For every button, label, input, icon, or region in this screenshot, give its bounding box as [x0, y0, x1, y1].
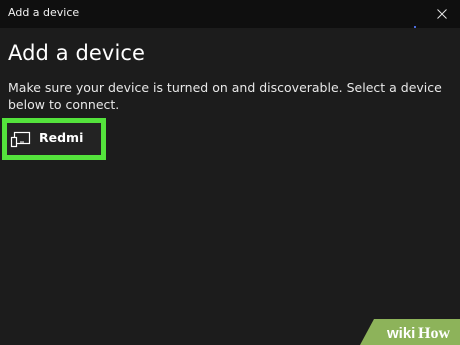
page-title: Add a device: [8, 41, 146, 65]
close-button[interactable]: [424, 0, 460, 28]
window-title: Add a device: [8, 6, 80, 19]
device-label: Redmi: [39, 129, 84, 145]
watermark-how: How: [418, 325, 450, 342]
instructions-text: Make sure your device is turned on and d…: [8, 80, 442, 112]
device-item-redmi[interactable]: Redmi: [2, 118, 106, 160]
wikihow-watermark: wiki How: [360, 319, 460, 345]
accent-dot: [414, 26, 416, 28]
add-device-window: Add a device Add a device Make sure your…: [0, 0, 460, 345]
title-bar: Add a device: [0, 0, 460, 28]
close-icon: [437, 9, 447, 19]
watermark-wiki: wiki: [386, 325, 415, 342]
display-device-icon: [10, 130, 32, 148]
